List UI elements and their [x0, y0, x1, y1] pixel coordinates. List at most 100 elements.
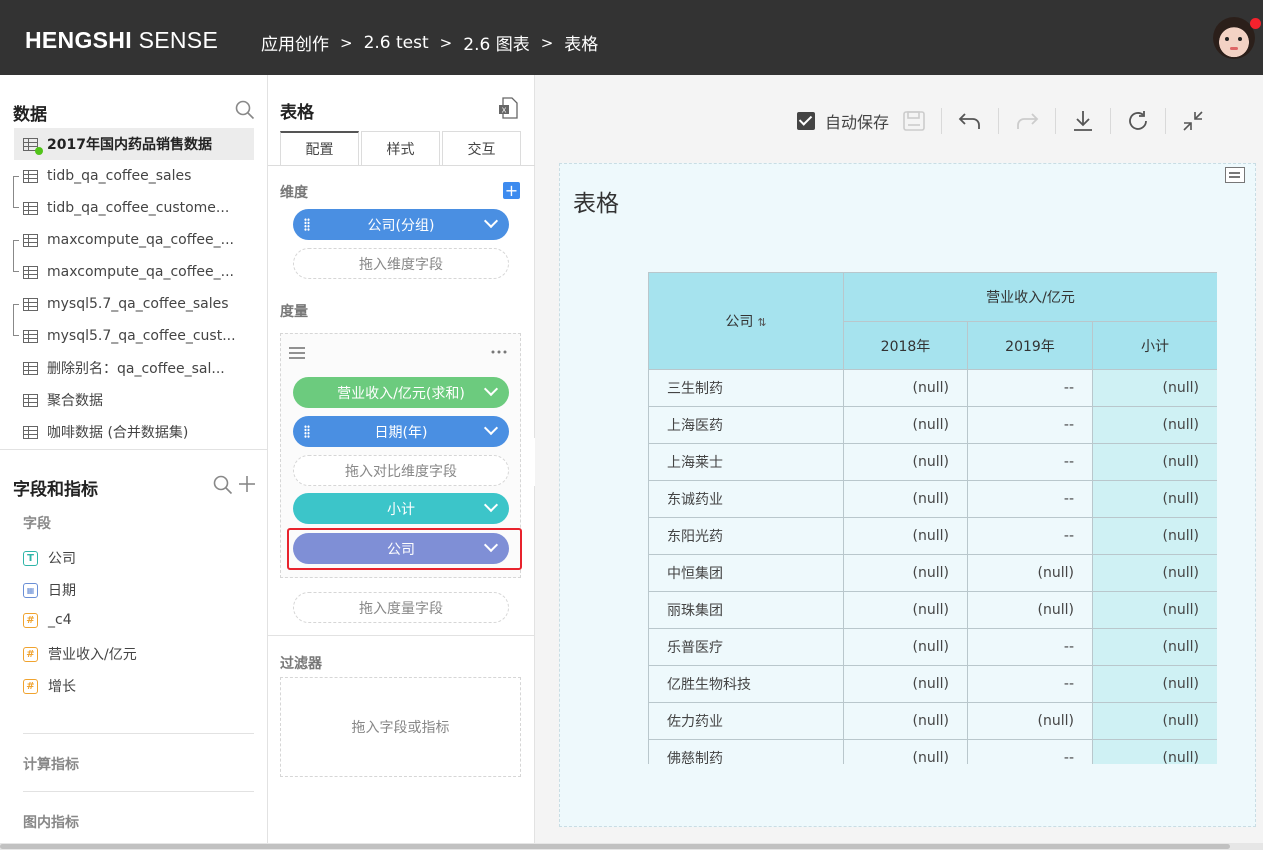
- table-icon: [23, 169, 38, 183]
- field-label: 营业收入/亿元: [48, 647, 137, 663]
- dimension-pill-company-group[interactable]: 公司(分组): [293, 209, 509, 240]
- table-icon: [23, 297, 38, 311]
- measure-drop-zone[interactable]: 拖入度量字段: [293, 592, 509, 623]
- pivot-table: 公司 ⇅ 营业收入/亿元 2018年 2019年 小计 三生制药 (null) --(…: [648, 272, 1217, 764]
- field-item-date[interactable]: ▦ 日期: [23, 580, 76, 600]
- exit-fullscreen-icon[interactable]: [1182, 110, 1204, 132]
- table-row: 中恒集团 (null) (null) (null): [648, 554, 1217, 592]
- dataset-item[interactable]: tidb_qa_coffee_custome...: [14, 192, 254, 224]
- breadcrumb-item-app[interactable]: 应用创作: [261, 30, 329, 55]
- field-label: _c4: [48, 612, 72, 628]
- scrollbar-thumb[interactable]: [0, 844, 1230, 849]
- autosave-checkbox[interactable]: [797, 112, 815, 130]
- table-cell-value: (null): [1092, 517, 1217, 555]
- measure-pill-date-year[interactable]: 日期(年): [293, 416, 509, 447]
- table-cell-value: (null): [1092, 628, 1217, 666]
- add-field-icon[interactable]: [238, 475, 256, 493]
- calc-metrics-title[interactable]: 计算指标: [23, 754, 79, 774]
- dataset-item[interactable]: maxcompute_qa_coffee_...: [14, 224, 254, 256]
- table-cell-value: (null): [1092, 443, 1217, 481]
- add-dimension-button[interactable]: +: [503, 182, 520, 199]
- download-icon[interactable]: [1072, 110, 1094, 132]
- user-avatar[interactable]: [1213, 17, 1261, 59]
- svg-text:X: X: [502, 107, 507, 115]
- number-type-icon: #: [23, 678, 38, 694]
- toolbar-divider: [1110, 108, 1112, 134]
- section-divider: [23, 733, 254, 734]
- search-icon[interactable]: [235, 100, 255, 120]
- chevron-down-icon[interactable]: [483, 420, 499, 436]
- app-logo[interactable]: HENGSHI SENSE: [25, 27, 218, 54]
- column-header-subtotal[interactable]: 小计: [1092, 321, 1217, 370]
- refresh-icon[interactable]: [1127, 110, 1149, 132]
- chevron-down-icon[interactable]: [483, 213, 499, 229]
- drag-handle-icon[interactable]: [304, 218, 310, 231]
- table-cell-value: (null): [843, 554, 968, 592]
- field-item-revenue[interactable]: # 营业收入/亿元: [23, 644, 137, 664]
- table-cell-company: 中恒集团: [648, 554, 844, 592]
- field-label: 公司: [48, 551, 76, 567]
- tab-style[interactable]: 样式: [361, 131, 440, 166]
- dataset-label: tidb_qa_coffee_sales: [47, 168, 192, 184]
- field-item-growth[interactable]: # 增长: [23, 676, 76, 696]
- field-item-c4[interactable]: # _c4: [23, 612, 72, 628]
- chevron-down-icon[interactable]: [483, 497, 499, 513]
- table-cell-company: 乐普医疗: [648, 628, 844, 666]
- tab-interaction[interactable]: 交互: [442, 131, 521, 166]
- table-row: 上海莱士 (null) -- (null): [648, 443, 1217, 481]
- dataset-item[interactable]: mysql5.7_qa_coffee_cust...: [14, 320, 254, 352]
- table-cell-value: (null): [843, 591, 968, 629]
- more-icon[interactable]: [491, 350, 507, 354]
- dimension-drop-zone[interactable]: 拖入维度字段: [293, 248, 509, 279]
- dataset-item[interactable]: 聚合数据: [14, 384, 254, 416]
- table-cell-value: (null): [1092, 591, 1217, 629]
- dataset-item[interactable]: mysql5.7_qa_coffee_sales: [14, 288, 254, 320]
- toolbar-divider: [941, 108, 943, 134]
- undo-icon[interactable]: [958, 111, 982, 131]
- measure-pill-revenue-sum[interactable]: 营业收入/亿元(求和): [293, 377, 509, 408]
- horizontal-scrollbar[interactable]: [0, 843, 1263, 850]
- dataset-item[interactable]: 咖啡数据 (合并数据集): [14, 416, 254, 448]
- toolbar-divider: [1055, 108, 1057, 134]
- dataset-item[interactable]: maxcompute_qa_coffee_...: [14, 256, 254, 288]
- table-icon: [23, 233, 38, 247]
- chart-canvas: 表格 公司 ⇅ 营业收入/亿元 2018年 2019年 小计 三生制药 (null)…: [559, 163, 1256, 827]
- table-cell-value: --: [967, 665, 1093, 703]
- dataset-item[interactable]: tidb_qa_coffee_sales: [14, 160, 254, 192]
- chart-metrics-title[interactable]: 图内指标: [23, 812, 79, 832]
- table-cell-company: 东诚药业: [648, 480, 844, 518]
- breadcrumb: 应用创作 > 2.6 test > 2.6 图表 > 表格: [261, 30, 599, 56]
- dataset-label: tidb_qa_coffee_custome...: [47, 200, 230, 216]
- measure-pill-subtotal[interactable]: 小计: [293, 493, 509, 524]
- table-row: 东诚药业 (null) -- (null): [648, 480, 1217, 518]
- table-row: 亿胜生物科技 (null) -- (null): [648, 665, 1217, 703]
- table-detail-icon[interactable]: [1225, 167, 1245, 183]
- filter-drop-zone[interactable]: 拖入字段或指标: [280, 677, 521, 777]
- breadcrumb-separator: >: [340, 33, 353, 52]
- section-divider: [268, 635, 535, 636]
- breadcrumb-item-dashboard[interactable]: 2.6 图表: [463, 30, 529, 55]
- menu-icon[interactable]: [289, 347, 305, 359]
- table-body: 三生制药 (null) -- (null) 上海医药 (null) -- (null) 上海莱士…: [648, 369, 1217, 764]
- column-header-2018[interactable]: 2018年: [843, 321, 968, 370]
- compare-dimension-drop-zone[interactable]: 拖入对比维度字段: [293, 455, 509, 486]
- row-header-company[interactable]: 公司 ⇅: [648, 272, 844, 370]
- tab-config[interactable]: 配置: [280, 131, 359, 166]
- field-item-company[interactable]: T 公司: [23, 548, 76, 568]
- number-type-icon: #: [23, 646, 38, 662]
- drag-handle-icon[interactable]: [304, 425, 310, 438]
- status-ok-icon: [35, 146, 43, 155]
- save-icon[interactable]: [903, 111, 925, 131]
- dataset-item[interactable]: 删除别名：qa_coffee_sal...: [14, 352, 254, 384]
- notification-dot: [1250, 18, 1261, 29]
- export-excel-icon[interactable]: X: [498, 97, 518, 119]
- breadcrumb-item-app-name[interactable]: 2.6 test: [364, 33, 429, 53]
- dataset-item[interactable]: 2017年国内药品销售数据: [14, 128, 254, 160]
- column-header-2019[interactable]: 2019年: [967, 321, 1093, 370]
- table-icon: [23, 425, 38, 439]
- field-search-icon[interactable]: [213, 475, 233, 495]
- config-tabs: 配置 样式 交互: [280, 131, 521, 166]
- chevron-down-icon[interactable]: [483, 381, 499, 397]
- sort-icon[interactable]: ⇅: [757, 316, 766, 329]
- breadcrumb-item-chart: 表格: [564, 35, 599, 55]
